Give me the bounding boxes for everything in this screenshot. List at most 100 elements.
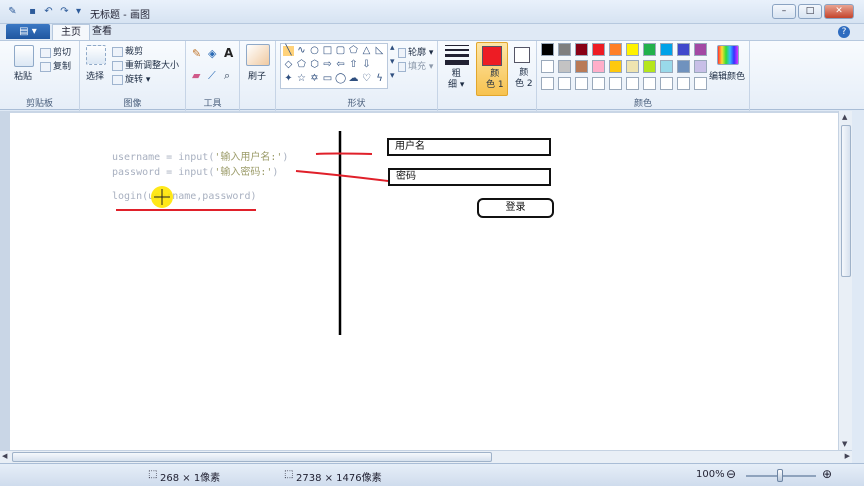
horizontal-scrollbar[interactable]: ◀ ▶ — [0, 450, 852, 463]
oval-shape-icon[interactable]: ○ — [309, 46, 320, 56]
text-tool-icon[interactable]: A — [224, 46, 233, 60]
color-swatch[interactable] — [694, 43, 707, 56]
pentagon-shape-icon[interactable]: ⬠ — [296, 60, 307, 70]
color-swatch[interactable] — [558, 60, 571, 73]
right-triangle-shape-icon[interactable]: ◺ — [374, 46, 385, 56]
paste-icon[interactable] — [14, 45, 34, 67]
help-icon[interactable]: ? — [838, 26, 850, 38]
eraser-icon[interactable]: ▰ — [192, 69, 200, 82]
file-menu-button[interactable]: ▤ ▾ — [6, 24, 50, 39]
scroll-up-icon[interactable]: ▲ — [842, 113, 847, 121]
color-swatch[interactable] — [626, 60, 639, 73]
select-icon[interactable] — [86, 45, 106, 65]
vertical-scrollbar[interactable]: ▲ ▼ — [838, 111, 852, 450]
color-swatch[interactable] — [660, 60, 673, 73]
color-picker-icon[interactable]: ⟋ — [208, 69, 216, 83]
color1-button[interactable]: 颜 色 1 — [476, 42, 508, 96]
undo-icon[interactable]: ↶ — [42, 5, 55, 18]
color-swatch[interactable] — [575, 77, 588, 90]
color-swatch[interactable] — [541, 60, 554, 73]
rectangle-shape-icon[interactable]: □ — [322, 46, 333, 56]
outline-button[interactable]: 轮廓 ▾ — [398, 45, 433, 58]
polygon-shape-icon[interactable]: ⬠ — [348, 46, 359, 56]
vertical-scroll-thumb[interactable] — [841, 125, 851, 277]
crop-button[interactable]: 裁剪 — [112, 44, 143, 57]
color-swatch[interactable] — [592, 77, 605, 90]
diamond-shape-icon[interactable]: ◇ — [283, 60, 294, 70]
color-swatch[interactable] — [609, 43, 622, 56]
hexagon-shape-icon[interactable]: ⬡ — [309, 60, 320, 70]
oval-callout-shape-icon[interactable]: ◯ — [335, 74, 346, 84]
four-point-star-shape-icon[interactable]: ✦ — [283, 74, 294, 84]
six-point-star-shape-icon[interactable]: ✡ — [309, 74, 320, 84]
close-button[interactable]: ✕ — [824, 4, 854, 19]
left-arrow-shape-icon[interactable]: ⇦ — [335, 60, 346, 70]
rotate-button[interactable]: 旋转 ▾ — [112, 72, 150, 85]
cloud-callout-shape-icon[interactable]: ☁ — [348, 74, 359, 84]
color-swatch[interactable] — [592, 60, 605, 73]
minimize-button[interactable]: – — [772, 4, 796, 19]
curve-shape-icon[interactable]: ∿ — [296, 46, 307, 56]
color-swatch[interactable] — [643, 60, 656, 73]
scroll-down-icon[interactable]: ▼ — [842, 440, 847, 448]
color-swatch[interactable] — [643, 77, 656, 90]
color-swatch[interactable] — [643, 43, 656, 56]
color-swatch[interactable] — [575, 60, 588, 73]
color-swatch[interactable] — [609, 60, 622, 73]
down-arrow-shape-icon[interactable]: ⇩ — [361, 60, 372, 70]
shapes-scroll-down-icon[interactable]: ▾ — [390, 57, 395, 67]
fill-bucket-icon[interactable]: ◈ — [208, 47, 216, 60]
paste-button[interactable]: 粘贴 — [14, 69, 32, 82]
cut-button[interactable]: 剪切 — [40, 45, 71, 58]
color-swatch[interactable] — [541, 43, 554, 56]
heart-shape-icon[interactable]: ♡ — [361, 74, 372, 84]
fill-button[interactable]: 填充 ▾ — [398, 59, 433, 72]
color2-button[interactable]: 颜 色 2 — [508, 42, 536, 96]
pencil-icon[interactable]: ✎ — [192, 47, 201, 60]
color-swatch[interactable] — [694, 77, 707, 90]
color-swatch[interactable] — [558, 43, 571, 56]
callout-shape-icon[interactable]: ▭ — [322, 74, 333, 84]
triangle-shape-icon[interactable]: △ — [361, 46, 372, 56]
copy-button[interactable]: 复制 — [40, 59, 71, 72]
line-width-icon[interactable] — [445, 45, 469, 67]
select-button[interactable]: 选择 — [86, 69, 104, 82]
maximize-button[interactable]: □ — [798, 4, 822, 19]
color-swatch[interactable] — [626, 43, 639, 56]
scroll-left-icon[interactable]: ◀ — [2, 452, 7, 460]
lightning-shape-icon[interactable]: ϟ — [374, 74, 385, 84]
zoom-slider-thumb[interactable] — [777, 469, 783, 482]
redo-icon[interactable]: ↷ — [58, 5, 71, 18]
magnifier-icon[interactable]: ⌕ — [224, 69, 230, 83]
color-swatch[interactable] — [541, 77, 554, 90]
color-swatch[interactable] — [660, 77, 673, 90]
zoom-in-icon[interactable]: ⊕ — [822, 467, 832, 481]
resize-button[interactable]: 重新调整大小 — [112, 58, 179, 71]
color-swatch[interactable] — [626, 77, 639, 90]
quick-access-dropdown-icon[interactable]: ▾ — [72, 5, 85, 18]
brushes-button[interactable]: 刷子 — [248, 69, 266, 82]
color-swatch[interactable] — [694, 60, 707, 73]
color-swatch[interactable] — [677, 77, 690, 90]
color-swatch[interactable] — [558, 77, 571, 90]
color-swatch[interactable] — [677, 43, 690, 56]
tab-view[interactable]: 查看 — [84, 24, 120, 40]
color-swatch[interactable] — [575, 43, 588, 56]
color-swatch[interactable] — [609, 77, 622, 90]
color-swatch[interactable] — [677, 60, 690, 73]
shapes-expand-icon[interactable]: ▾ — [390, 71, 395, 81]
color-swatch[interactable] — [592, 43, 605, 56]
horizontal-scroll-thumb[interactable] — [12, 452, 492, 462]
rounded-rectangle-shape-icon[interactable]: ▢ — [335, 46, 346, 56]
save-icon[interactable]: ▪ — [26, 5, 39, 18]
line-shape-icon[interactable]: ╲ — [283, 46, 294, 56]
brush-icon[interactable] — [246, 44, 270, 66]
color-swatch[interactable] — [660, 43, 673, 56]
up-arrow-shape-icon[interactable]: ⇧ — [348, 60, 359, 70]
shapes-scroll-up-icon[interactable]: ▴ — [390, 43, 395, 53]
zoom-out-icon[interactable]: ⊖ — [726, 467, 736, 481]
size-button[interactable]: 粗 细 ▾ — [448, 69, 464, 91]
scroll-right-icon[interactable]: ▶ — [845, 452, 850, 460]
edit-colors-icon[interactable] — [717, 45, 739, 65]
drawing-canvas[interactable]: username = input('输入用户名:') password = in… — [10, 113, 838, 450]
